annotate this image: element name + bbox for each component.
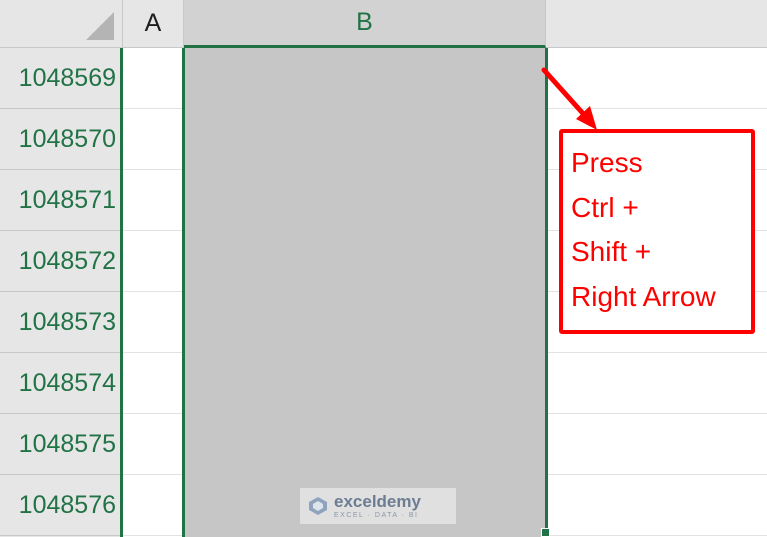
row-header[interactable]: 1048570: [0, 109, 120, 170]
row-header[interactable]: 1048574: [0, 353, 120, 414]
fill-handle[interactable]: [541, 528, 550, 537]
row-header[interactable]: 1048571: [0, 170, 120, 231]
callout-line-ctrl: Ctrl +: [571, 191, 639, 223]
spreadsheet: A B 1048569 1048570 1048571 1048572 1048…: [0, 0, 767, 537]
watermark-tagline: EXCEL · DATA · BI: [334, 512, 419, 519]
exceldemy-watermark: exceldemy EXCEL · DATA · BI: [300, 488, 456, 524]
row-header[interactable]: 1048572: [0, 231, 120, 292]
instruction-callout: Press Ctrl + Shift + Right Arrow: [559, 129, 755, 334]
watermark-brand: exceldemy: [334, 492, 421, 511]
row-header-column: 1048569 1048570 1048571 1048572 1048573 …: [0, 48, 123, 537]
column-header-b[interactable]: B: [184, 0, 546, 48]
select-all-corner[interactable]: [0, 0, 123, 48]
callout-line-shift: Shift +: [571, 236, 652, 267]
callout-line-right-arrow: Right Arrow: [571, 280, 716, 312]
callout-line-press: Press: [571, 147, 643, 178]
column-header-a[interactable]: A: [123, 0, 184, 48]
row-header[interactable]: 1048569: [0, 48, 120, 109]
row-header[interactable]: 1048573: [0, 292, 120, 353]
row-header[interactable]: 1048576: [0, 475, 120, 536]
exceldemy-logo-icon: [309, 497, 327, 515]
selected-column-b-range[interactable]: [182, 48, 548, 537]
row-header[interactable]: 1048575: [0, 414, 120, 475]
column-header-empty: [546, 0, 767, 48]
select-all-triangle-icon: [86, 12, 114, 40]
